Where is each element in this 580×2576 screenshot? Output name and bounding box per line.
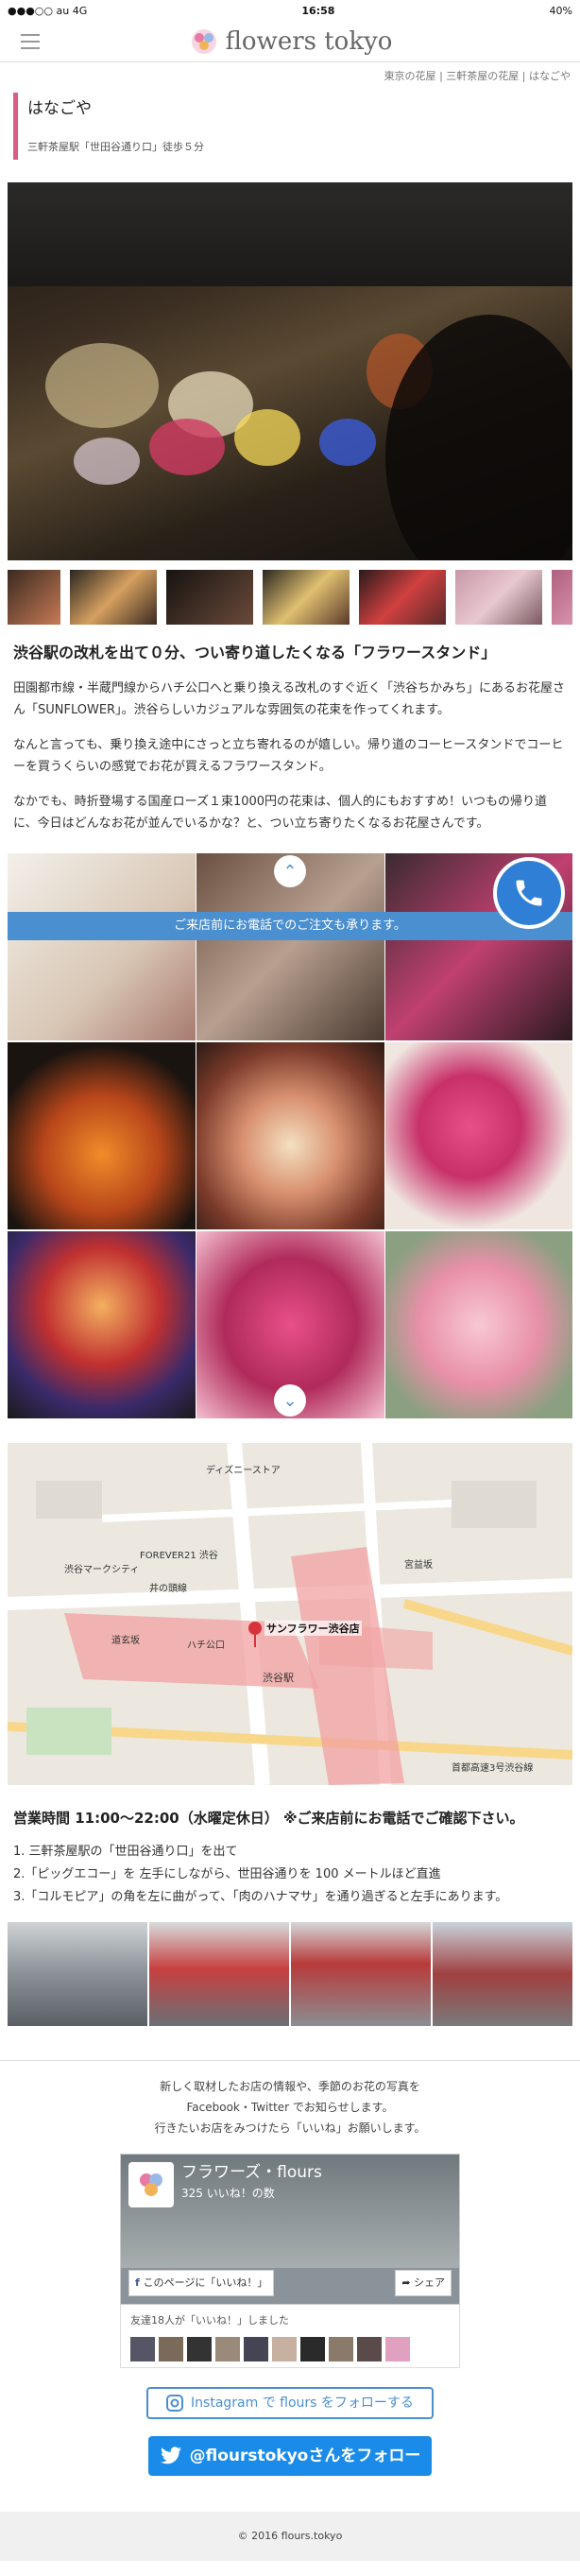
avatar[interactable] [272, 2337, 297, 2361]
gallery-down-button[interactable]: ⌄ [274, 1384, 306, 1417]
avatar[interactable] [329, 2337, 353, 2361]
gallery-photo[interactable] [8, 1231, 196, 1418]
intro-paragraph: なんと言っても、乗り換え途中にさっと立ち寄れるのが嬉しい。帰り道のコーヒースタン… [13, 738, 564, 774]
status-bar: ●●●○○ au 4G 16:58 40% [0, 0, 580, 21]
intro-section: 渋谷駅の改札を出て０分、つい寄り道したくなる「フラワースタンド」 田園都市線・半… [0, 625, 580, 834]
avatar[interactable] [215, 2337, 240, 2361]
chevron-down-icon: ⌄ [282, 1390, 298, 1411]
map-label: FOREVER21 渋谷 [140, 1551, 218, 1561]
location-map[interactable]: サンフラワー渋谷店 渋谷駅 ハチ公口 井の頭線 宮益坂 道玄坂 ディズニーストア… [8, 1443, 572, 1785]
facebook-share-button[interactable]: ➦ シェア [395, 2270, 452, 2296]
intro-paragraph: 田園都市線・半蔵門線からハチ公口へと乗り換える改札のすぐ近く「渋谷ちかみち」にあ… [13, 681, 565, 717]
direction-step: 1. 三軒茶屋駅の「世田谷通り口」を出て [13, 1845, 238, 1859]
shop-access: 三軒茶屋駅「世田谷通り口」徒歩５分 [27, 141, 204, 153]
route-photo[interactable] [433, 1922, 572, 2026]
flours-logo-icon [128, 2162, 174, 2207]
facebook-like-button[interactable]: f このページに「いいね！」 [128, 2270, 275, 2296]
gallery-photo[interactable] [8, 1042, 196, 1229]
thumbnail[interactable] [70, 570, 157, 625]
photo-gallery-grid: ⌃ ご来店前にお電話でのご注文も承ります。 ⌄ [8, 853, 572, 1420]
call-banner[interactable]: ご来店前にお電話でのご注文も承ります。 [8, 912, 572, 940]
twitter-follow-button[interactable]: @flourstokyoさんをフォロー [148, 2436, 432, 2476]
facebook-friends: 友達18人が「いいね！」しました [120, 2305, 460, 2368]
footer-text: 新しく取材したお店の情報や、季節のお花の写真を [160, 2080, 420, 2093]
map-label: ハチ公口 [187, 1640, 225, 1651]
breadcrumb-item-sangenjaya[interactable]: 三軒茶屋の花屋 [446, 70, 519, 82]
thumbnail[interactable] [263, 570, 350, 625]
route-photos [8, 1922, 572, 2026]
shop-title-block: はなごや 三軒茶屋駅「世田谷通り口」徒歩５分 [13, 93, 567, 160]
direction-step: 2.「ピッグエコー」を 左手にしながら、世田谷通りを 100 メートルほど直進 [13, 1867, 441, 1881]
breadcrumb: 東京の花屋 | 三軒茶屋の花屋 | はなごや [384, 70, 571, 82]
map-graphic [8, 1443, 572, 1785]
copyright: © 2016 flours.tokyo [0, 2512, 580, 2561]
site-header: flowers tokyo [0, 21, 580, 62]
call-button[interactable] [493, 857, 565, 929]
thumbnail[interactable] [552, 570, 572, 625]
business-hours: 営業時間 11:00〜22:00（水曜定休日） ※ご来店前にお電話でご確認下さい… [13, 1810, 524, 1827]
hero-photo [8, 182, 572, 560]
breadcrumb-item-current: はなごや [529, 70, 571, 82]
shop-name: はなごや [27, 99, 92, 118]
battery-level: 40% [549, 4, 572, 17]
route-photo[interactable] [149, 1922, 289, 2026]
site-logo[interactable]: flowers tokyo [188, 26, 393, 56]
avatar[interactable] [130, 2337, 155, 2361]
map-label: 渋谷駅 [263, 1672, 294, 1684]
thumbnail[interactable] [359, 570, 446, 625]
thumbnail[interactable] [8, 570, 60, 625]
flower-logo-icon [191, 28, 216, 54]
direction-step: 3.「コルモピア」の角を左に曲がって、「肉のハナマサ」を通り過ぎると左手にありま… [13, 1890, 508, 1904]
avatar[interactable] [159, 2337, 183, 2361]
menu-icon[interactable] [21, 34, 40, 49]
avatar[interactable] [357, 2337, 382, 2361]
gallery-up-button[interactable]: ⌃ [274, 855, 306, 887]
map-label-shop: サンフラワー渋谷店 [264, 1621, 362, 1636]
friends-like-text: 友達18人が「いいね！」しました [130, 2314, 289, 2327]
instagram-icon [166, 2395, 184, 2412]
friend-avatars [130, 2337, 450, 2361]
map-label: 首都高速3号渋谷線 [452, 1763, 534, 1774]
facebook-page-name[interactable]: フラワーズ・flours [181, 2162, 322, 2183]
carrier-signal: ●●●○○ au 4G [8, 4, 88, 17]
avatar[interactable] [187, 2337, 212, 2361]
avatar[interactable] [385, 2337, 410, 2361]
directions-list: 1. 三軒茶屋駅の「世田谷通り口」を出て 2.「ピッグエコー」を 左手にしながら… [0, 1828, 580, 1909]
facebook-icon: f [135, 2276, 144, 2289]
gallery-photo[interactable] [385, 1042, 572, 1229]
footer-text: Facebook・Twitter でお知らせします。 [186, 2101, 394, 2114]
gallery-photo[interactable] [8, 853, 196, 1040]
photo-thumbnails [8, 570, 572, 625]
map-label: 宮益坂 [404, 1560, 433, 1571]
intro-heading: 渋谷駅の改札を出て０分、つい寄り道したくなる「フラワースタンド」 [13, 644, 497, 661]
twitter-bird-icon [160, 2447, 181, 2464]
share-icon: ➦ [401, 2276, 414, 2289]
thumbnail[interactable] [455, 570, 542, 625]
facebook-like-count: 325 いいね！の数 [181, 2187, 275, 2200]
map-label: 井の頭線 [149, 1584, 187, 1594]
map-label: ディズニーストア [206, 1466, 281, 1476]
logo-text: flowers tokyo [225, 26, 393, 56]
instagram-follow-button[interactable]: Instagram で flours をフォローする [146, 2387, 434, 2419]
map-label: 道玄坂 [111, 1636, 140, 1646]
thumbnail[interactable] [166, 570, 253, 625]
footer-text: 行きたいお店をみつけたら「いいね」お願いします。 [154, 2121, 426, 2135]
clock: 16:58 [301, 4, 335, 17]
avatar[interactable] [244, 2337, 268, 2361]
breadcrumb-item-tokyo[interactable]: 東京の花屋 [384, 70, 436, 82]
chevron-up-icon: ⌃ [282, 861, 298, 882]
route-photo[interactable] [8, 1922, 147, 2026]
facebook-page-widget[interactable]: フラワーズ・flours 325 いいね！の数 f このページに「いいね！」 ➦… [120, 2154, 460, 2305]
intro-paragraph: なかでも、時折登場する国産ローズ１束1000円の花束は、個人的にもおすすめ！いつ… [13, 795, 548, 831]
gallery-photo[interactable] [385, 1231, 572, 1418]
avatar[interactable] [300, 2337, 325, 2361]
gallery-photo[interactable] [196, 1042, 384, 1229]
phone-icon [516, 880, 542, 906]
map-label: 渋谷マークシティ [64, 1565, 140, 1575]
footer-social: 新しく取材したお店の情報や、季節のお花の写真を Facebook・Twitter… [0, 2060, 580, 2476]
route-photo[interactable] [291, 1922, 431, 2026]
